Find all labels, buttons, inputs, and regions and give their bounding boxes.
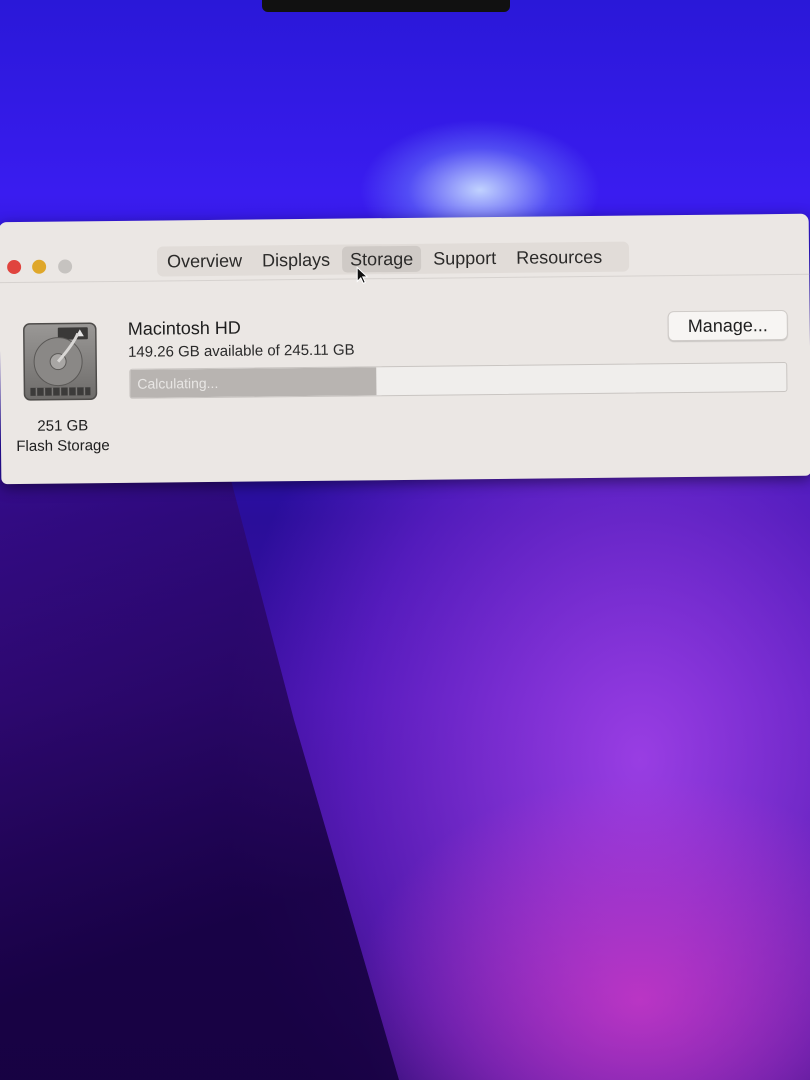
manage-button[interactable]: Manage... [667, 309, 788, 342]
tab-displays[interactable]: Displays [254, 247, 338, 274]
hard-drive-icon [23, 322, 98, 401]
tab-support[interactable]: Support [425, 245, 504, 272]
tab-overview[interactable]: Overview [159, 248, 250, 275]
tab-bar: Overview Displays Storage Support Resour… [156, 241, 630, 277]
storage-bar-status: Calculating... [137, 374, 219, 392]
minimize-button[interactable] [32, 259, 47, 274]
close-button[interactable] [7, 259, 22, 275]
about-this-mac-window: Overview Displays Storage Support Resour… [0, 213, 810, 485]
title-bar: Overview Displays Storage Support Resour… [0, 213, 810, 285]
drive-capacity: 251 GB [37, 417, 89, 435]
tab-resources[interactable]: Resources [508, 244, 610, 271]
drive-type: Flash Storage [16, 437, 110, 456]
storage-usage-bar: Calculating... [129, 361, 788, 399]
camera-notch [262, 0, 510, 12]
storage-pane: 251 GB Flash Storage Macintosh HD 149.26… [0, 274, 810, 484]
volume-availability: 149.26 GB available of 245.11 GB [127, 341, 355, 361]
zoom-button[interactable] [58, 259, 73, 274]
tab-storage[interactable]: Storage [341, 245, 422, 273]
volume-name: Macintosh HD [127, 317, 241, 339]
